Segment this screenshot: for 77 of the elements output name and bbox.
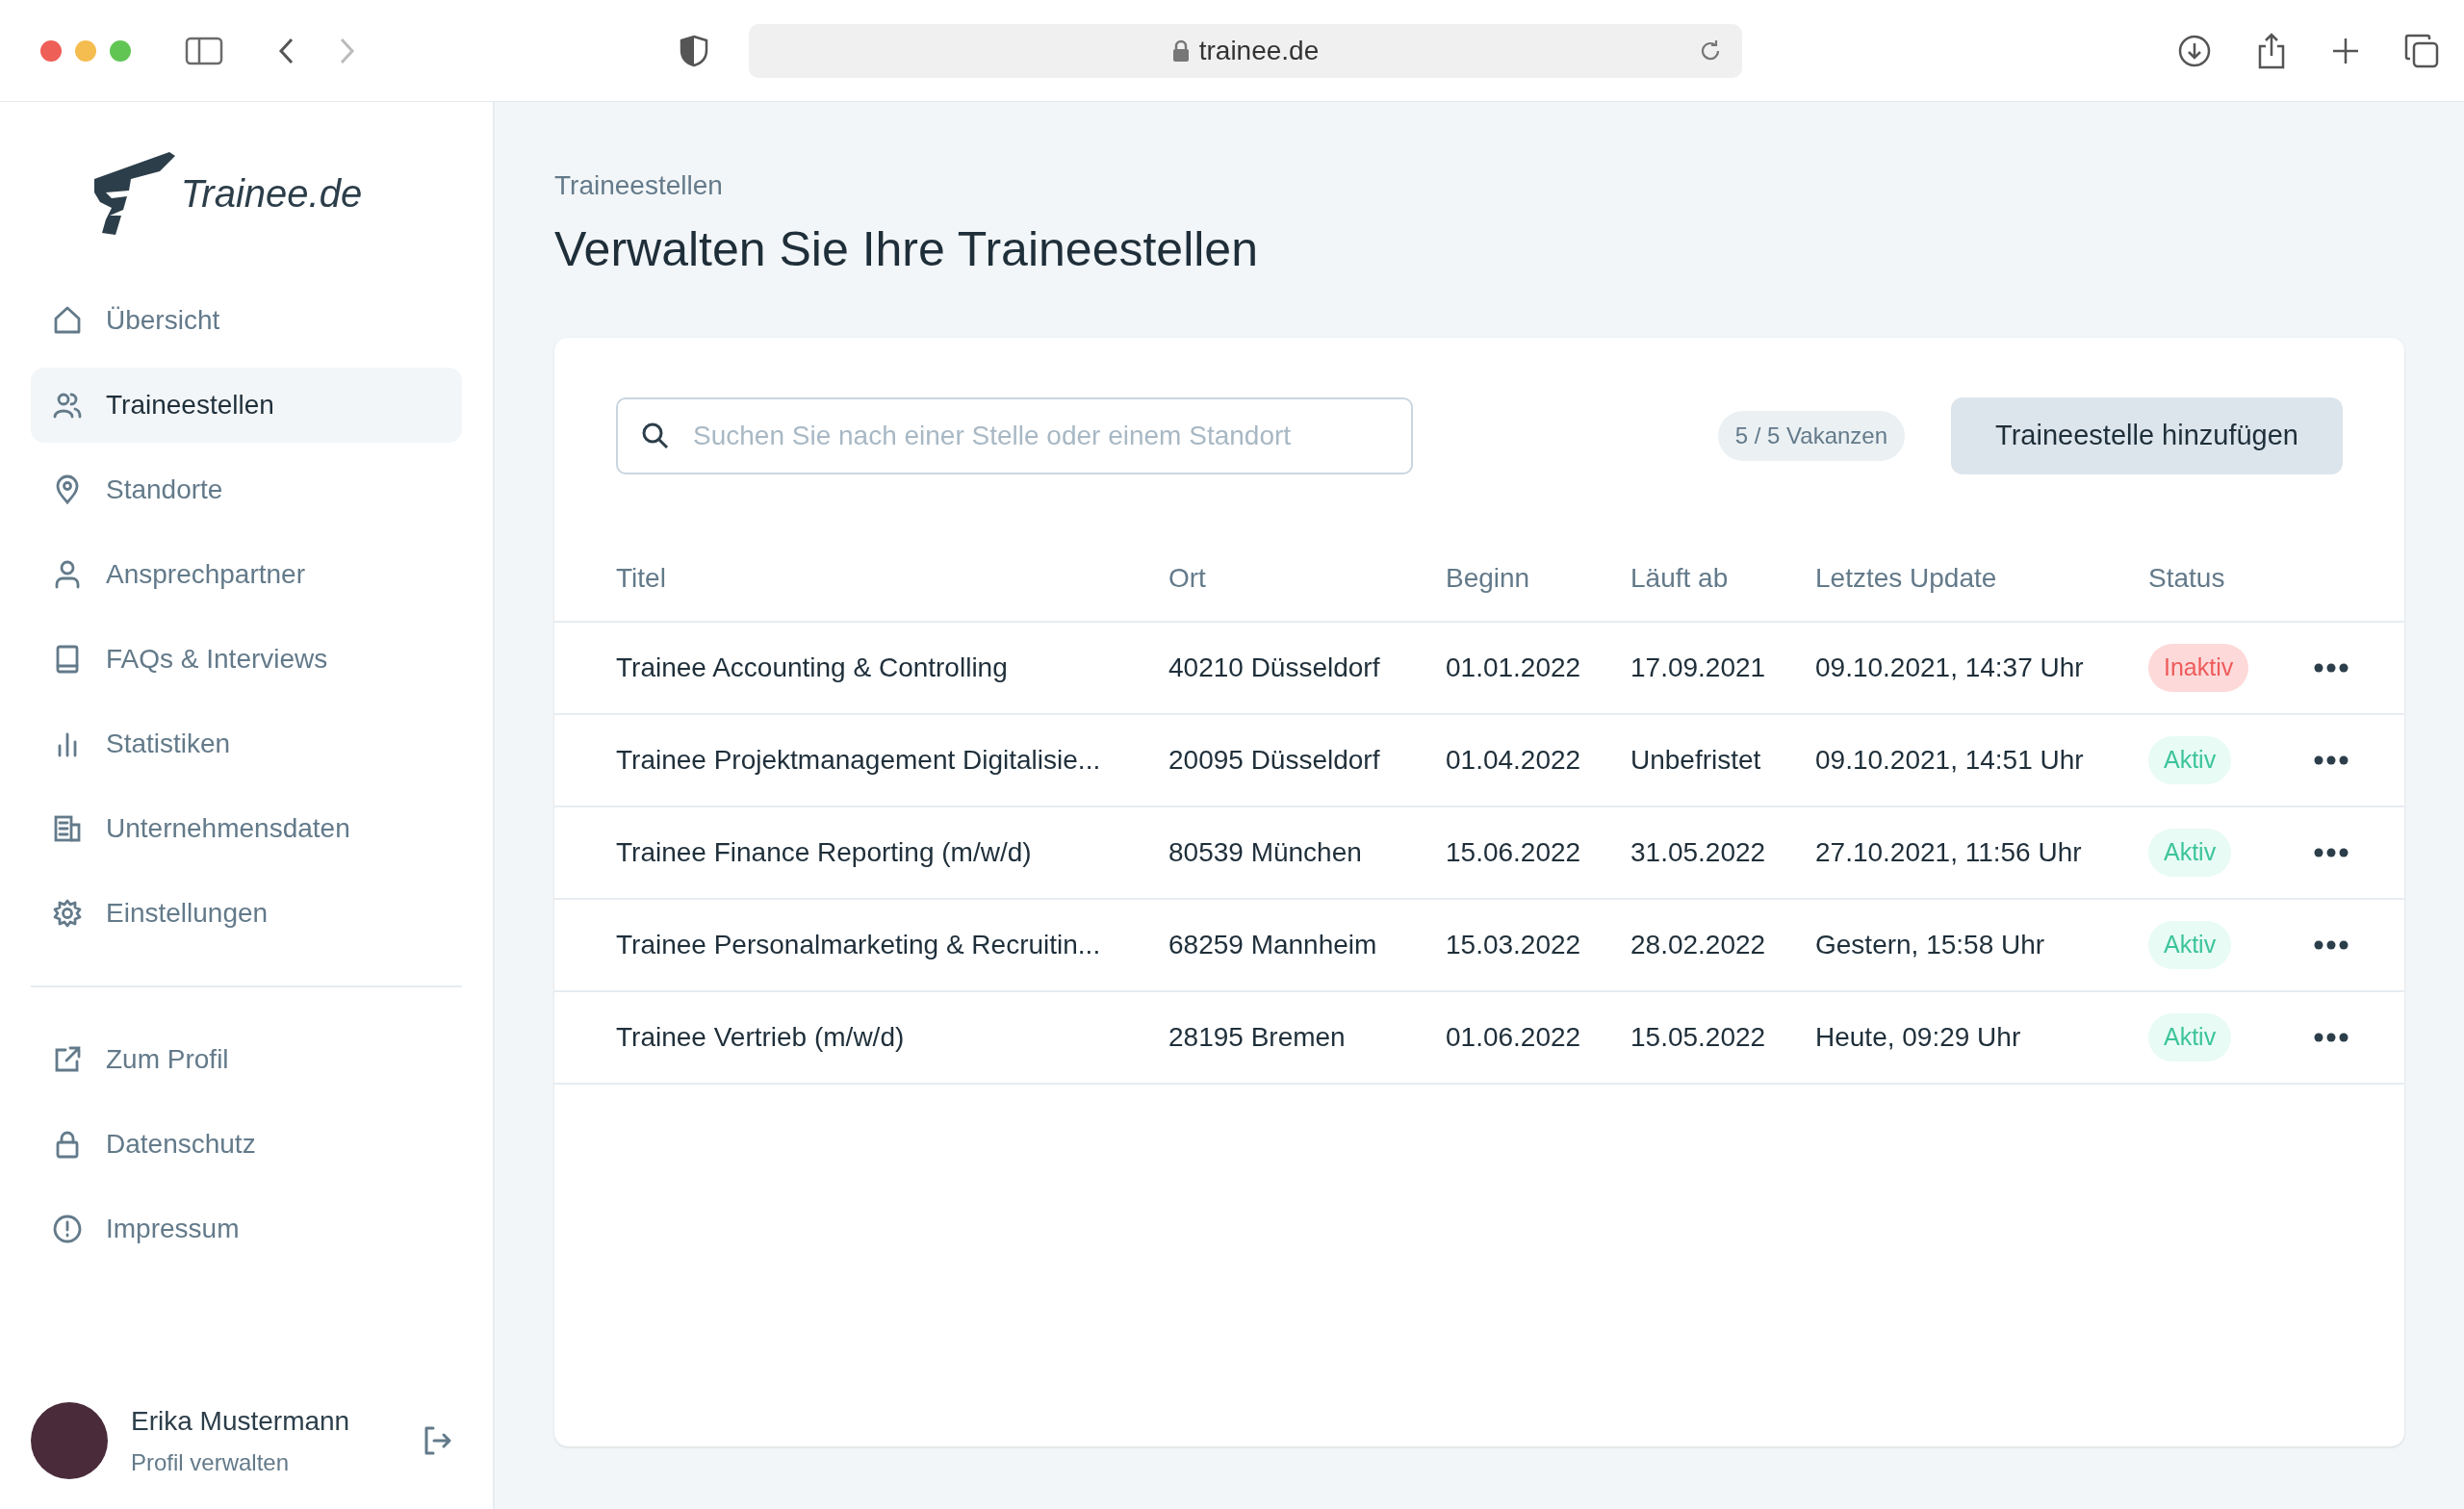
- close-window-button[interactable]: [40, 39, 62, 62]
- sidebar-link[interactable]: Impressum: [31, 1191, 462, 1266]
- address-bar[interactable]: trainee.de: [749, 23, 1742, 78]
- table-cell-text: 68259 Mannheim: [1168, 929, 1378, 961]
- status-badge: Inaktiv: [2148, 644, 2249, 692]
- shield-icon[interactable]: [680, 34, 708, 67]
- logo-text: Trainee.de: [180, 171, 363, 217]
- sidebar-item[interactable]: Einstellungen: [31, 876, 462, 951]
- table-cell-text: 20095 Düsseldorf: [1168, 744, 1381, 777]
- warning-circle-icon: [52, 1214, 83, 1244]
- sidebar-item[interactable]: Standorte: [31, 452, 462, 527]
- breadcrumb: Traineestellen: [554, 169, 724, 202]
- table-cell-text: Trainee Accounting & Controlling: [616, 652, 1009, 684]
- more-options-icon[interactable]: [2314, 848, 2348, 857]
- table-cell-text: Gestern, 15:58 Uhr: [1815, 929, 2046, 961]
- tabs-overview-icon[interactable]: [2404, 33, 2439, 68]
- download-icon[interactable]: [2177, 33, 2212, 68]
- page-title: Verwalten Sie Ihre Traineestellen: [554, 221, 1259, 278]
- table-cell-text: Trainee Personalmarketing & Recruitin...: [616, 929, 1102, 961]
- column-header: Beginn: [1446, 562, 1531, 595]
- table-cell-text: 01.06.2022: [1446, 1021, 1582, 1054]
- back-icon[interactable]: [277, 36, 295, 65]
- status-badge: Aktiv: [2148, 829, 2232, 877]
- user-name: Erika Mustermann: [131, 1405, 350, 1438]
- sidebar-link[interactable]: Zum Profil: [31, 1022, 462, 1097]
- table-cell-text: 15.05.2022: [1630, 1021, 1767, 1054]
- more-options-icon[interactable]: [2314, 940, 2348, 950]
- table-cell-text: 15.06.2022: [1446, 836, 1582, 869]
- table-cell-text: 09.10.2021, 14:51 Uhr: [1815, 744, 2085, 777]
- table-cell-text: 01.04.2022: [1446, 744, 1582, 777]
- sidebar-link[interactable]: Datenschutz: [31, 1107, 462, 1182]
- table-cell-text: 28195 Bremen: [1168, 1021, 1347, 1054]
- table-cell-text: 17.09.2021: [1630, 652, 1767, 684]
- column-header: Ort: [1168, 562, 1207, 595]
- table-cell-text: 09.10.2021, 14:37 Uhr: [1815, 652, 2085, 684]
- table-cell-text: 31.05.2022: [1630, 836, 1767, 869]
- sidebar-item[interactable]: Traineestellen: [31, 368, 462, 443]
- status-badge: Aktiv: [2148, 736, 2232, 784]
- lock-icon: [1171, 38, 1190, 63]
- sidebar-item[interactable]: FAQs & Interviews: [31, 622, 462, 697]
- sidebar-item[interactable]: Unternehmensdaten: [31, 791, 462, 866]
- status-badge: Aktiv: [2148, 1013, 2232, 1061]
- column-header: Läuft ab: [1630, 562, 1730, 595]
- sidebar-item[interactable]: Statistiken: [31, 706, 462, 781]
- table-cell-text: 40210 Düsseldorf: [1168, 652, 1381, 684]
- more-options-icon[interactable]: [2314, 663, 2348, 673]
- search-field[interactable]: Suchen Sie nach einer Stelle oder einem Standort: [616, 397, 1413, 474]
- column-header: Status: [2148, 562, 2226, 595]
- column-header: Titel: [616, 562, 667, 595]
- settings-icon: [52, 898, 83, 929]
- more-options-icon[interactable]: [2314, 755, 2348, 765]
- sidebar-toggle-icon[interactable]: [185, 36, 223, 65]
- table-cell-text: 01.01.2022: [1446, 652, 1582, 684]
- sidebar-item[interactable]: Übersicht: [31, 283, 462, 358]
- table-cell-text: 80539 München: [1168, 836, 1363, 869]
- table-cell-text: Heute, 09:29 Uhr: [1815, 1021, 2022, 1054]
- add-traineeship-button[interactable]: Traineestelle hinzufügen: [1951, 397, 2343, 474]
- url-text: trainee.de: [1198, 34, 1320, 67]
- table-cell-text: Trainee Vertrieb (m/w/d): [616, 1021, 906, 1054]
- table-cell-text: Trainee Projektmanagement Digitalisie...: [616, 744, 1102, 777]
- table-cell-text: Trainee Finance Reporting (m/w/d): [616, 836, 1033, 869]
- search-icon: [641, 422, 670, 450]
- home-icon: [52, 305, 83, 336]
- logo-icon: [91, 150, 175, 237]
- building-icon: [52, 813, 83, 844]
- manage-profile-link[interactable]: Profil verwalten: [131, 1445, 350, 1480]
- more-options-icon[interactable]: [2314, 1033, 2348, 1042]
- vacancies-badge: 5 / 5 Vakanzen: [1717, 411, 1906, 461]
- table-cell-text: 15.03.2022: [1446, 929, 1582, 961]
- plus-icon[interactable]: [2331, 36, 2360, 65]
- table-cell-text: Unbefristet: [1630, 744, 1762, 777]
- column-header: Letztes Update: [1815, 562, 1998, 595]
- status-badge: Aktiv: [2148, 921, 2232, 969]
- table-cell-text: 28.02.2022: [1630, 929, 1767, 961]
- table-cell-text: 27.10.2021, 11:56 Uhr: [1815, 836, 2083, 869]
- sidebar-item[interactable]: Ansprechpartner: [31, 537, 462, 612]
- share-icon[interactable]: [2256, 32, 2287, 69]
